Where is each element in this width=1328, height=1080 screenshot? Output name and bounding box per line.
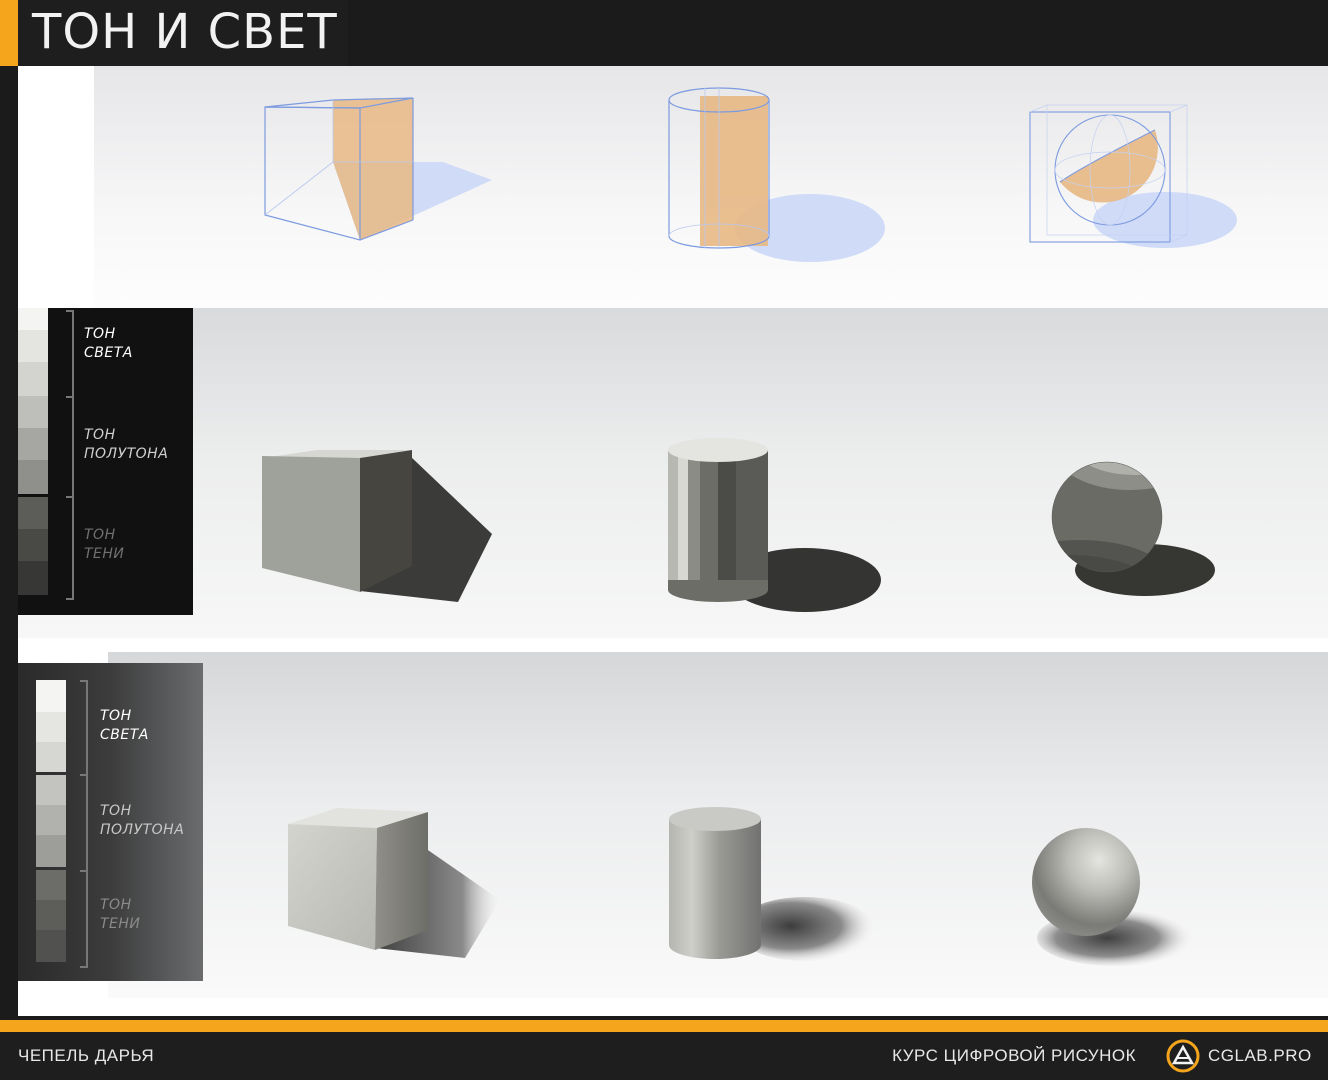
tone-swatch xyxy=(36,900,66,930)
tone-swatch xyxy=(36,930,66,962)
header-accent-bar xyxy=(0,0,18,66)
cglab-logo-icon[interactable] xyxy=(1166,1039,1200,1073)
tone-bracket xyxy=(66,496,74,600)
wireframe-cylinder-illustration xyxy=(668,87,885,262)
panel-divider xyxy=(18,638,1328,652)
tone-swatch xyxy=(36,742,66,772)
tone-swatch xyxy=(36,870,66,900)
tone-bracket xyxy=(80,870,88,968)
halftone-label: ТОН ПОЛУТОНА xyxy=(84,427,169,462)
light-tone-label: ТОН СВЕТА xyxy=(84,326,133,361)
footer: ЧЕПЕЛЬ ДАРЬЯ КУРС ЦИФРОВОЙ РИСУНОК CGLAB… xyxy=(0,1032,1328,1080)
tone-bracket xyxy=(66,396,74,498)
tone-swatch xyxy=(36,835,66,867)
tone-swatch xyxy=(36,805,66,835)
tone-swatch xyxy=(18,362,48,396)
shaded-cube-illustration xyxy=(288,808,500,958)
panel-divider xyxy=(18,998,1328,1016)
tone-swatch xyxy=(36,680,66,712)
author-name: ЧЕПЕЛЬ ДАРЬЯ xyxy=(18,1046,155,1065)
shaded-cylinder-illustration xyxy=(669,807,875,961)
shadow-tone-label: ТОН ТЕНИ xyxy=(100,897,141,932)
tone-swatch xyxy=(36,712,66,742)
footer-accent-bar xyxy=(0,1020,1328,1032)
tone-swatch xyxy=(18,561,48,595)
tone-bracket xyxy=(80,680,88,776)
wireframe-sphere-illustration xyxy=(1029,104,1237,248)
shadow-tone-label: ТОН ТЕНИ xyxy=(84,527,125,562)
tone-swatch xyxy=(18,396,48,428)
tone-swatch xyxy=(18,529,48,561)
tone-swatch xyxy=(18,330,48,362)
shaded-sphere-illustration xyxy=(1032,828,1193,966)
flat-sphere-illustration xyxy=(1051,461,1215,596)
tone-swatch xyxy=(36,775,66,805)
tone-swatch xyxy=(18,428,48,460)
flat-cylinder-illustration xyxy=(668,438,881,612)
page-title: ТОН И СВЕТ xyxy=(32,4,338,60)
panel-white-margin xyxy=(18,66,94,308)
course-name: КУРС ЦИФРОВОЙ РИСУНОК xyxy=(892,1046,1136,1065)
light-tone-label: ТОН СВЕТА xyxy=(100,708,149,743)
tone-swatch xyxy=(18,460,48,494)
tone-swatch xyxy=(18,308,48,330)
brand-link[interactable]: CGLAB.PRO xyxy=(1208,1046,1312,1066)
tone-bracket xyxy=(80,774,88,872)
flat-cube-illustration xyxy=(262,450,492,602)
tone-bracket xyxy=(66,310,74,398)
halftone-label: ТОН ПОЛУТОНА xyxy=(100,803,185,838)
tone-swatch xyxy=(18,497,48,529)
wireframe-cube-illustration xyxy=(264,97,492,241)
